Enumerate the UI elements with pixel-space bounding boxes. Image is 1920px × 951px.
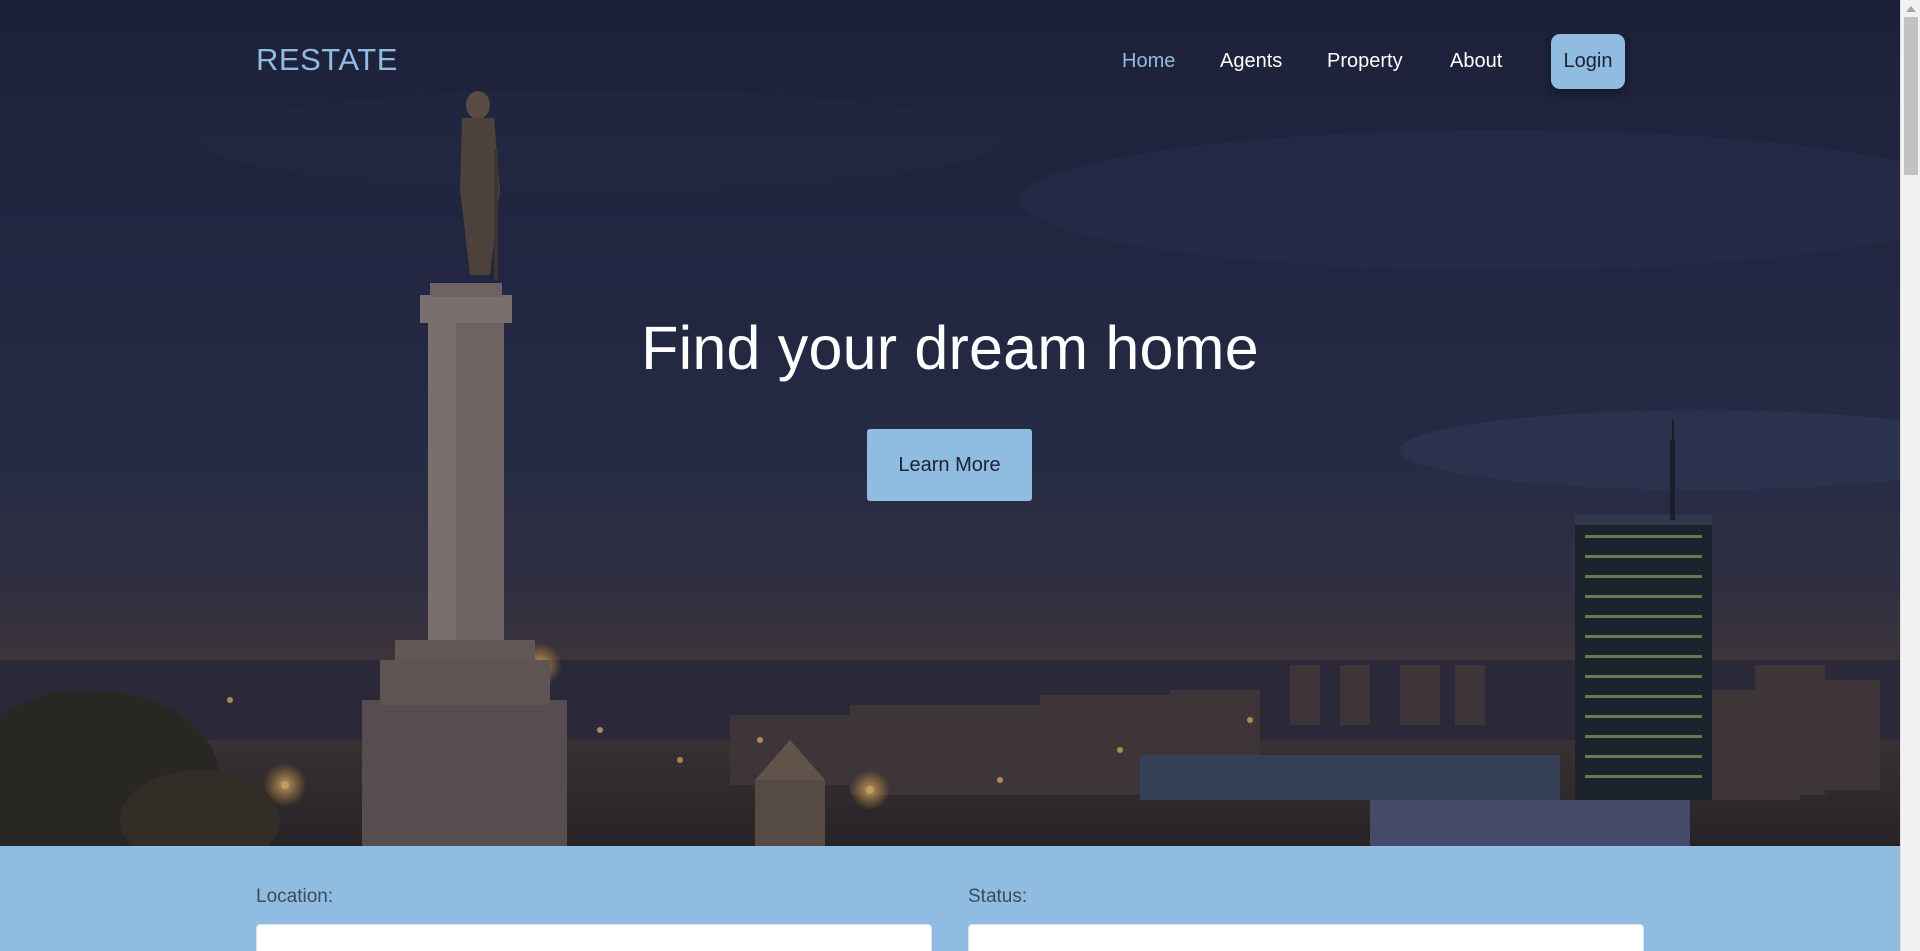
status-input[interactable]	[968, 924, 1644, 951]
nav-item-agents[interactable]: Agents	[1220, 50, 1282, 73]
nav-item-property[interactable]: Property	[1327, 50, 1403, 73]
login-button[interactable]: Login	[1551, 34, 1625, 89]
status-label: Status:	[968, 886, 1028, 907]
hero-section: RESTATE Home Agents Property About Login…	[0, 0, 1900, 846]
page-scrollbar[interactable]	[1900, 0, 1920, 951]
nav-item-home[interactable]: Home	[1122, 50, 1175, 73]
property-search-panel: Location: Status:	[0, 846, 1900, 951]
scrollbar-thumb[interactable]	[1904, 17, 1918, 175]
top-navbar: RESTATE Home Agents Property About Login	[0, 0, 1900, 124]
site-logo[interactable]: RESTATE	[256, 42, 398, 78]
page-viewport: RESTATE Home Agents Property About Login…	[0, 0, 1900, 951]
hero-headline: Find your dream home	[641, 314, 1259, 382]
scroll-up-arrow-icon[interactable]	[1906, 6, 1916, 12]
hero-background-image	[0, 0, 1900, 846]
location-label: Location:	[256, 886, 334, 907]
learn-more-button[interactable]: Learn More	[867, 429, 1032, 501]
nav-item-about[interactable]: About	[1450, 50, 1502, 73]
location-input[interactable]	[256, 924, 932, 951]
